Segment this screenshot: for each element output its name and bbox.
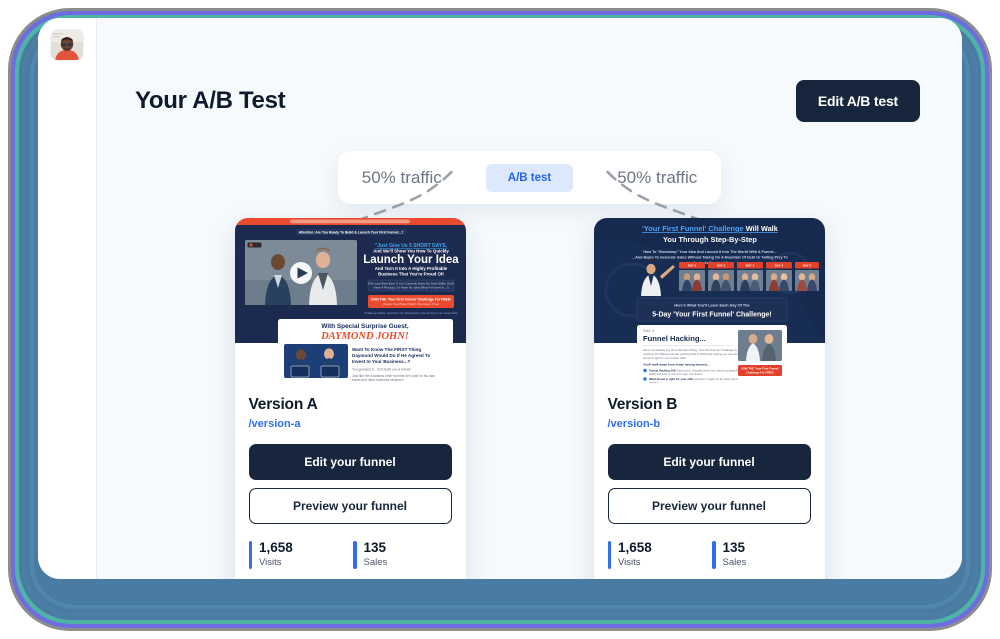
stat-value: 135 [722,540,746,555]
svg-text:And Turn It Into A Highly Prof: And Turn It Into A Highly Profitable [374,266,447,271]
svg-text:Funnel Hacking...: Funnel Hacking... [643,334,706,343]
traffic-right-label: 50% traffic [617,167,698,187]
svg-text:...And Begin To Generate Sales: ...And Begin To Generate Sales Without T… [632,256,788,260]
page-title: Your A/B Test [135,87,286,114]
svg-text:Have A Product, Or Have No Ide: Have A Product, Or Have No Idea What A F… [373,285,448,289]
app-window: Your A/B Test Edit A/B test 50% traffic … [38,18,962,579]
svg-text:funnel is right for your uniqu: funnel is right for your unique offer! [643,356,686,360]
stat-accent-bar [607,541,611,569]
svg-text:Launch Your Idea: Launch Your Idea [363,254,459,266]
stat-visits: 1,658 Visits [607,540,707,569]
stat-sales: 135 Sales [353,540,452,569]
svg-text:You guessed it... he'd build y: You guessed it... he'd build you a funne… [352,368,411,372]
svg-text:Business That You're Proud Of!: Business That You're Proud Of! [378,271,444,276]
svg-text:And We'll Show You How To Quic: And We'll Show You How To Quickly [373,249,449,254]
version-b-title: Version B [607,396,678,413]
version-cards: Attention: Are You Ready To Build & Laun… [97,218,962,579]
thumbnail-version-a[interactable]: Attention: Are You Ready To Build & Laun… [234,218,466,383]
version-a-body: Version A /version-a Edit your funnel Pr… [235,383,466,579]
version-a-slug[interactable]: /version-a [249,418,452,430]
svg-text:Want To Know The FIRST Thing: Want To Know The FIRST Thing [352,347,421,352]
version-card-a: Attention: Are You Ready To Build & Laun… [234,218,466,579]
stat-label: Sales [722,556,747,568]
svg-text:Invest In Your Business...?: Invest In Your Business...? [352,359,410,364]
edit-ab-test-button[interactable]: Edit A/B test [795,80,920,122]
svg-text:You'll walk away from today ha: You'll walk away from today having learn… [643,363,709,367]
svg-text:DAY 1: DAY 1 [643,328,655,333]
sidebar [38,18,97,579]
main-content: Your A/B Test Edit A/B test 50% traffic … [97,18,962,579]
svg-text:5-Day 'Your First Funnel' Chal: 5-Day 'Your First Funnel' Challenge! [652,312,772,319]
traffic-left-label: 50% traffic [361,167,442,187]
svg-text:You Through Step-By-Step: You Through Step-By-Step [663,235,757,244]
stat-value: 1,658 [618,540,652,555]
stat-accent-bar [353,541,357,569]
svg-text:thinking...): thinking...) [649,380,662,383]
version-b-stats: 1,658 Visits 135 Sales [607,540,811,579]
traffic-splitter-row: 50% traffic A/B test 50% traffic [97,151,962,204]
stat-label: Sales [363,556,388,568]
svg-text:brand and other business ventu: brand and other business ventures! [352,378,404,382]
ab-test-chip[interactable]: A/B test [485,163,574,192]
svg-text:(Space Your Place! Watch The A: (Space Your Place! Watch The Above Time) [382,302,438,306]
version-a-edit-funnel-button[interactable]: Edit your funnel [248,444,452,480]
svg-text:How To "Bootstrap" Your Idea A: How To "Bootstrap" Your Idea And Launch … [643,250,776,254]
version-a-preview-funnel-button[interactable]: Preview your funnel [248,488,452,524]
svg-text:Challenge Starts Just After Ou: Challenge Starts Just After Our Registra… [364,311,458,315]
version-b-preview-funnel-button[interactable]: Preview your funnel [607,488,811,524]
svg-text:NOW and how to use it for your: NOW and how to use it for your own funne… [649,372,703,376]
traffic-splitter: 50% traffic A/B test 50% traffic [337,151,722,204]
svg-text:DAY 4: DAY 4 [774,264,783,268]
svg-text:DAYMOND JOHN!: DAYMOND JOHN! [320,331,409,342]
svg-text:DAY 2: DAY 2 [716,264,725,268]
svg-text:DAY 1: DAY 1 [687,264,696,268]
svg-text:What funnel is right for your: What funnel is right for your offer and … [649,377,738,381]
version-b-slug[interactable]: /version-b [608,418,811,430]
stat-accent-bar [248,541,252,569]
avatar[interactable] [51,30,83,60]
version-a-stats: 1,658 Visits 135 Sales [248,540,452,579]
stat-label: Visits [259,556,282,568]
svg-text:DAY 5: DAY 5 [802,264,811,268]
version-b-edit-funnel-button[interactable]: Edit your funnel [607,444,811,480]
svg-text:Attention: Are You Ready To Bu: Attention: Are You Ready To Build & Laun… [298,231,403,235]
version-b-body: Version B /version-b Edit your funnel Pr… [594,383,825,579]
version-card-b: 'Your First Funnel' Challenge Will Walk … [593,218,825,579]
stat-value: 135 [363,540,387,555]
thumbnail-version-b[interactable]: 'Your First Funnel' Challenge Will Walk … [593,218,825,383]
svg-text:DAY 3: DAY 3 [745,264,754,268]
stat-label: Visits [618,556,641,568]
svg-text:Daymond Would Do If He Agreed: Daymond Would Do If He Agreed To [352,353,430,358]
svg-text:JOIN THE 'Your First Funnel' C: JOIN THE 'Your First Funnel' Challenge F… [370,297,451,301]
version-a-title: Version A [248,396,318,413]
svg-text:Challenge For FREE!: Challenge For FREE! [746,370,774,374]
page-header: Your A/B Test Edit A/B test [97,18,962,122]
stat-visits: 1,658 Visits [248,540,348,569]
stat-value: 1,658 [259,540,293,555]
svg-text:With Special Surprise Guest,: With Special Surprise Guest, [321,323,409,330]
svg-text:'Your First Funnel' Challenge: 'Your First Funnel' Challenge Will Walk [642,224,779,233]
stat-accent-bar [712,541,716,569]
stat-sales: 135 Sales [712,540,811,569]
svg-text:Here's What You'll Learn Each: Here's What You'll Learn Each Day Of The [674,304,749,308]
